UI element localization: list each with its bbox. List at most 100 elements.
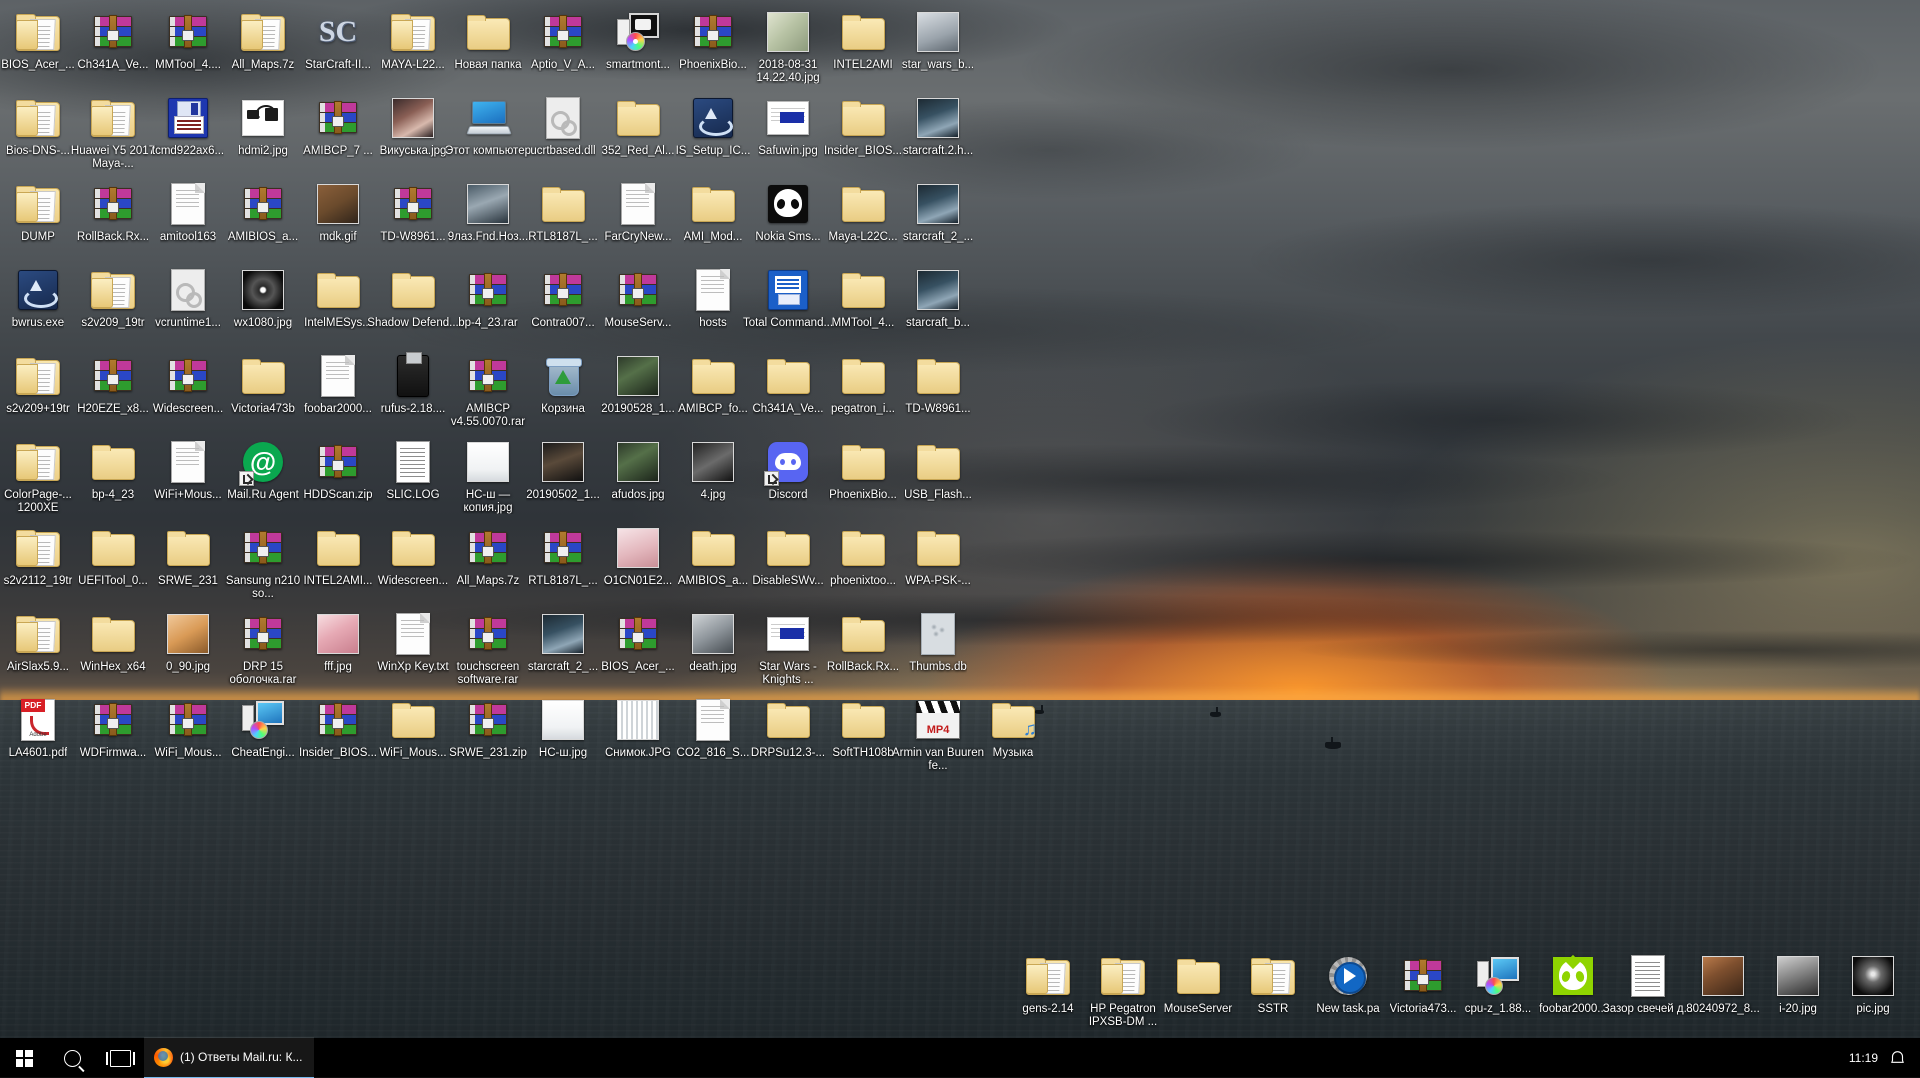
notifications-icon[interactable] (1886, 1038, 1908, 1078)
desktop-icon-label: WinXp Key.txt (377, 661, 449, 673)
desktop-icon-label: INTEL2AMI (833, 59, 893, 71)
desktop-icon-label: 352_Red_Al... (601, 145, 675, 157)
folder2-icon (389, 266, 437, 314)
desktop[interactable]: BIOS_Acer_... Ch341A_Ve... MMTool_4.... All… (0, 0, 1920, 1078)
folder-icon (14, 524, 62, 572)
rar-icon (314, 94, 362, 142)
folder-icon (14, 94, 62, 142)
desktop-icon-label: RTL8187L_... (528, 575, 598, 587)
doc-icon (164, 180, 212, 228)
folder2-icon (614, 94, 662, 142)
desktop-icon[interactable]: starcraft_b... (890, 266, 986, 330)
photo-icon (914, 8, 962, 56)
desktop-icon[interactable]: TD-W8961... (890, 352, 986, 416)
desktop-icon-label: s2v209_19tr (81, 317, 145, 329)
desktop-icon-label: afudos.jpg (611, 489, 665, 501)
bin-icon (539, 352, 587, 400)
boat-shape (1210, 707, 1221, 717)
desktop-icon-label: 20190502_1... (526, 489, 600, 501)
music-icon: ♫ (989, 696, 1037, 744)
desktop-icon-label: All_Maps.7z (231, 59, 295, 71)
desktop-icon-label: BIOS_Acer_... (1, 59, 75, 71)
desktop-icon-label: НС-ш.jpg (538, 747, 588, 759)
alien2-icon (764, 180, 812, 228)
rar-icon (239, 180, 287, 228)
folder-icon (14, 610, 62, 658)
rar-icon (689, 8, 737, 56)
desktop-icon-label: MouseServ... (604, 317, 672, 329)
desktop-icon-label: Mail.Ru Agent (227, 489, 299, 501)
folder2-icon (764, 524, 812, 572)
desktop-icon-label: TD-W8961... (380, 231, 446, 243)
desktop-icon-label: WiFi_Mous... (379, 747, 447, 759)
desktop-icon-label: AirSlax5.9... (7, 661, 69, 673)
desktop-icon[interactable]: starcraft_2_... (890, 180, 986, 244)
is-icon (689, 94, 737, 142)
photo-icon (689, 610, 737, 658)
dll-icon (164, 266, 212, 314)
desktop-icon-label: Ch341A_Ve... (77, 59, 149, 71)
rar-icon (314, 438, 362, 486)
photo-icon (389, 94, 437, 142)
taskbar[interactable]: (1) Ответы Mail.ru: К... 11:19 (0, 1037, 1920, 1078)
desktop-icon-label: ucrtbased.dll (530, 145, 596, 157)
desktop-icon-label: Widescreen... (152, 403, 224, 415)
rar-icon (464, 610, 512, 658)
folder2-icon (839, 180, 887, 228)
rar-icon (89, 180, 137, 228)
thumbs-icon (914, 610, 962, 658)
clock[interactable]: 11:19 (1841, 1051, 1886, 1065)
desktop-icon-label: death.jpg (689, 661, 737, 673)
folder2-icon (89, 610, 137, 658)
discord-icon (764, 438, 812, 486)
folder2-icon (839, 524, 887, 572)
doc-icon (314, 352, 362, 400)
folder2-icon (464, 8, 512, 56)
desktop-icon-label: WiFi+Mous... (154, 489, 222, 501)
photo-icon (914, 180, 962, 228)
folder2-icon (914, 438, 962, 486)
rar-icon (464, 696, 512, 744)
desktop-icon-label: hosts (699, 317, 727, 329)
desktop-icon[interactable]: starcraft.2.h... (890, 94, 986, 158)
system-tray[interactable]: 11:19 (1841, 1038, 1920, 1078)
desktop-icon-label: MouseServer (1163, 1003, 1233, 1015)
taskbar-item-firefox[interactable]: (1) Ответы Mail.ru: К... (144, 1037, 315, 1078)
folder2-icon (89, 438, 137, 486)
desktop-icon-label: MMTool_4... (831, 317, 895, 329)
desktop-icon-label: starcraft_2_... (527, 661, 599, 673)
desktop-icon[interactable]: USB_Flash... (890, 438, 986, 502)
desktop-icon[interactable]: pic.jpg (1825, 952, 1920, 1016)
desktop-icon-label: AMIBIOS_a... (677, 575, 749, 587)
rar-icon (614, 266, 662, 314)
start-button[interactable] (0, 1038, 48, 1078)
doc-icon (689, 696, 737, 744)
rar-icon (239, 610, 287, 658)
photo-icon (464, 438, 512, 486)
desktop-icon[interactable]: Thumbs.db (890, 610, 986, 674)
desktop-icon[interactable]: WPA-PSK-... (890, 524, 986, 588)
folder2-icon (1174, 952, 1222, 1000)
desktop-icon[interactable]: star_wars_b... (890, 8, 986, 72)
desktop-icon-label: vcruntime1... (155, 317, 221, 329)
desktop-icon-label: s2v2112_19tr (3, 575, 73, 587)
desktop-icon-label: CheatEngi... (231, 747, 295, 759)
folder-icon (14, 8, 62, 56)
desktop-icon[interactable]: ♫ Музыка (965, 696, 1061, 760)
task-view-button[interactable] (96, 1038, 144, 1078)
folder2-icon (164, 524, 212, 572)
search-button[interactable] (48, 1038, 96, 1078)
hdmi-icon (239, 94, 287, 142)
desktop-icon-label: Музыка (992, 747, 1034, 759)
desktop-icon-label: Maya-L22C... (828, 231, 898, 243)
photo-icon (614, 438, 662, 486)
rar-icon (539, 8, 587, 56)
desktop-icon-label: 0_90.jpg (165, 661, 211, 673)
desktop-icon-label: DRPSu12.3-... (750, 747, 826, 759)
desktop-icon-label: UEFITool_0... (78, 575, 148, 587)
is-icon (14, 266, 62, 314)
photo-icon (464, 180, 512, 228)
folder2-icon (314, 266, 362, 314)
desktop-icon-label: smartmont... (606, 59, 670, 71)
desktop-icon-label: phoenixtoo... (830, 575, 896, 587)
